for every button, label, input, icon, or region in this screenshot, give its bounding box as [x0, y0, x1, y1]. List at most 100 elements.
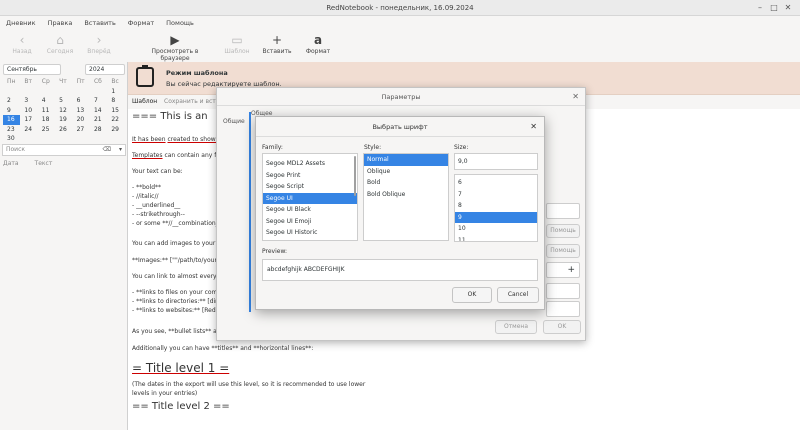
calendar-day[interactable]: 18 — [38, 115, 55, 125]
calendar-empty — [38, 134, 55, 144]
insert-button[interactable]: + Вставить — [262, 32, 292, 55]
close-icon[interactable]: ✕ — [572, 88, 579, 106]
font-style-item[interactable]: Bold — [364, 177, 448, 189]
font-size-item[interactable]: 7 — [455, 189, 537, 201]
calendar-day[interactable]: 10 — [20, 106, 37, 116]
calendar-day[interactable]: 26 — [55, 125, 72, 135]
clear-search-icon[interactable]: ⌫ — [103, 145, 111, 155]
preferences-field[interactable] — [546, 283, 580, 299]
editor-line: - **links to files on your compu — [132, 289, 226, 296]
font-family-item[interactable]: Segoe UI — [263, 192, 357, 204]
calendar-day[interactable]: 24 — [20, 125, 37, 135]
calendar-day[interactable]: 12 — [55, 106, 72, 116]
calendar-day[interactable]: 13 — [73, 106, 90, 116]
font-size-item[interactable]: 8 — [455, 200, 537, 212]
search-input[interactable]: Поиск ⌫ ▾ — [2, 144, 126, 156]
ok-button[interactable]: OK — [452, 287, 492, 303]
calendar-day[interactable]: 14 — [90, 106, 107, 116]
font-family-item[interactable]: Segoe Print — [263, 170, 357, 182]
font-size-item[interactable]: 9 — [455, 211, 537, 223]
search-results-header: Дата Текст — [3, 160, 68, 167]
menu-format[interactable]: Формат — [128, 19, 154, 27]
preferences-field[interactable] — [546, 203, 580, 219]
calendar-day[interactable]: 9 — [3, 106, 20, 116]
calendar-day[interactable]: 17 — [20, 115, 37, 125]
font-size-item[interactable]: 11 — [455, 235, 537, 242]
preferences-field[interactable] — [546, 301, 580, 317]
scrollbar[interactable] — [354, 156, 356, 196]
font-family-item[interactable]: Segoe UI Emoji — [263, 216, 357, 228]
month-selector[interactable]: Сентябрь — [3, 64, 61, 75]
close-icon[interactable]: ✕ — [782, 2, 794, 14]
calendar-day[interactable]: 28 — [90, 125, 107, 135]
font-size-input[interactable]: 9,0 — [454, 153, 538, 170]
font-size-list[interactable]: 6789101112 — [454, 174, 538, 242]
menu-insert[interactable]: Вставить — [84, 19, 115, 27]
today-button[interactable]: ⌂ Сегодня — [44, 32, 76, 55]
font-preview[interactable]: abcdefghijk ABCDEFGHIJK — [262, 259, 538, 281]
close-icon[interactable]: ✕ — [530, 117, 537, 137]
calendar-day[interactable]: 21 — [90, 115, 107, 125]
calendar-empty — [20, 87, 37, 97]
format-button[interactable]: a Формат — [304, 32, 332, 55]
cancel-button[interactable]: Отмена — [495, 320, 537, 334]
calendar-day[interactable]: 22 — [107, 115, 124, 125]
calendar-day[interactable]: 4 — [38, 96, 55, 106]
font-style-list[interactable]: Normal Oblique Bold Bold Oblique — [363, 153, 449, 241]
year-selector[interactable]: 2024 — [85, 64, 125, 75]
calendar-day[interactable]: 23 — [3, 125, 20, 135]
font-family-item[interactable]: Segoe Script — [263, 181, 357, 193]
calendar-day[interactable]: 19 — [55, 115, 72, 125]
cancel-button[interactable]: Cancel — [497, 287, 539, 303]
calendar-day[interactable]: 20 — [73, 115, 90, 125]
calendar-day[interactable]: 16 — [3, 115, 21, 125]
calendar-day[interactable]: 6 — [73, 96, 90, 106]
add-button[interactable]: + — [546, 262, 580, 278]
calendar-day[interactable]: 30 — [3, 134, 20, 144]
editor-line: - **links to directories:** [dire — [132, 298, 222, 305]
editor-line: Your text can be: — [132, 168, 183, 175]
font-chooser-dialog: Выбрать шрифт ✕ Family: Style: Size: Seg… — [255, 116, 545, 310]
font-style-item[interactable]: Bold Oblique — [364, 189, 448, 201]
forward-button[interactable]: › Вперёд — [84, 32, 114, 55]
font-size-item[interactable]: 10 — [455, 223, 537, 235]
help-button[interactable]: Помощь — [546, 224, 580, 238]
column-date[interactable]: Дата — [3, 160, 19, 167]
menu-journal[interactable]: Дневник — [6, 19, 36, 27]
calendar-day[interactable]: 2 — [3, 96, 20, 106]
preferences-title: Параметры — [217, 88, 585, 106]
template-button[interactable]: ▭ Шаблон — [222, 32, 252, 55]
help-button[interactable]: Помощь — [546, 244, 580, 258]
calendar-day[interactable]: 7 — [90, 96, 107, 106]
tab-general[interactable]: Общие — [223, 118, 245, 125]
column-text[interactable]: Текст — [35, 160, 53, 167]
font-family-list[interactable]: Segoe MDL2 Assets Segoe Print Segoe Script… — [262, 153, 358, 241]
editor-line: - or some **//__combination__ — [132, 220, 222, 227]
font-family-item[interactable]: Segoe UI Black — [263, 204, 357, 216]
preview-button[interactable]: ▶ Просмотреть в браузере — [140, 32, 210, 62]
calendar-day[interactable]: 1 — [107, 87, 124, 97]
calendar-day[interactable]: 11 — [38, 106, 55, 116]
editor-line: - **links to websites:** [RedNo — [132, 307, 224, 314]
menu-edit[interactable]: Правка — [48, 19, 73, 27]
font-size-item[interactable]: 6 — [455, 177, 537, 189]
maximize-icon[interactable]: □ — [768, 2, 780, 14]
calendar-day[interactable]: 3 — [20, 96, 37, 106]
menu-help[interactable]: Помощь — [166, 19, 194, 27]
minimize-icon[interactable]: – — [754, 2, 766, 14]
font-style-item[interactable]: Normal — [364, 154, 448, 166]
font-family-item[interactable]: Segoe UI Historic — [263, 227, 357, 239]
ok-button[interactable]: OK — [543, 320, 581, 334]
back-button[interactable]: ‹ Назад — [8, 32, 36, 55]
calendar-day[interactable]: 8 — [107, 96, 124, 106]
calendar-day[interactable]: 25 — [38, 125, 55, 135]
font-family-item[interactable]: Segoe MDL2 Assets — [263, 158, 357, 170]
preview-label: Preview: — [262, 248, 288, 255]
chevron-down-icon[interactable]: ▾ — [119, 145, 122, 155]
calendar-day[interactable]: 27 — [73, 125, 90, 135]
calendar-day[interactable]: 15 — [107, 106, 124, 116]
editor-line: You can link to almost everythi — [132, 273, 225, 280]
calendar-day[interactable]: 5 — [55, 96, 72, 106]
calendar-day[interactable]: 29 — [107, 125, 124, 135]
font-style-item[interactable]: Oblique — [364, 166, 448, 178]
